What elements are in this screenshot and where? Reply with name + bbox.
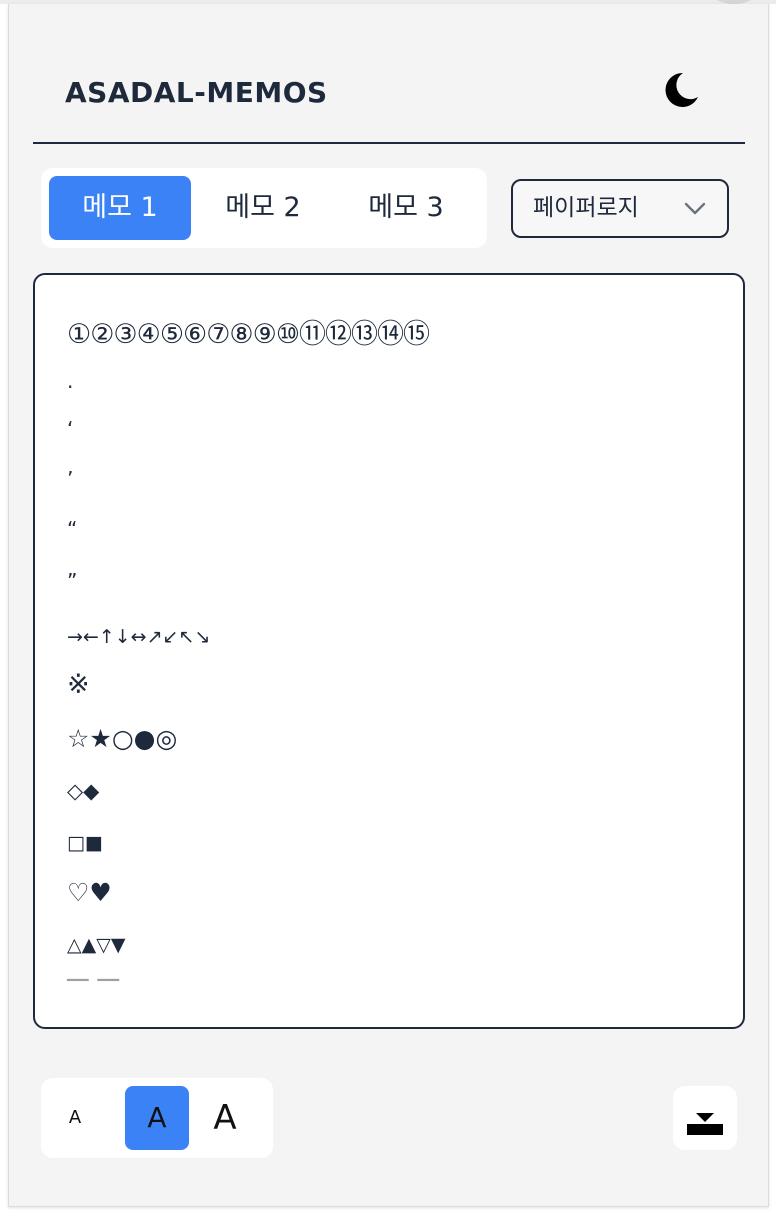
memo-textarea[interactable]: ①②③④⑤⑥⑦⑧⑨⑩⑪⑫⑬⑭⑮ . ‘ ’ “ ” →←↑↓↔↗↙↖↘ ※ ☆★… xyxy=(33,273,745,1029)
paper-select[interactable]: 페이퍼로지 xyxy=(511,179,729,238)
memo-line: □■ xyxy=(67,832,103,854)
tab-memo-2[interactable]: 메모 2 xyxy=(192,176,334,240)
memo-line: ” xyxy=(67,569,78,593)
memo-line: ‘ xyxy=(67,417,74,441)
memo-line: ♡♥ xyxy=(67,878,112,907)
chevron-down-icon xyxy=(684,202,706,215)
moon-icon xyxy=(665,72,698,107)
memo-line: △▲▽▼ xyxy=(67,934,126,956)
memo-line: ①②③④⑤⑥⑦⑧⑨⑩⑪⑫⑬⑭⑮ xyxy=(67,319,430,350)
memo-line: . xyxy=(67,369,74,393)
memo-content: ①②③④⑤⑥⑦⑧⑨⑩⑪⑫⑬⑭⑮ . ‘ ’ “ ” →←↑↓↔↗↙↖↘ ※ ☆★… xyxy=(67,315,723,1003)
download-button[interactable] xyxy=(673,1086,737,1150)
memo-line: →←↑↓↔↗↙↖↘ xyxy=(67,626,211,648)
font-size-selector: A A A xyxy=(41,1078,273,1158)
memo-line-partial: ▔▔ ▔▔ xyxy=(67,980,119,996)
paper-select-value: 페이퍼로지 xyxy=(533,195,639,221)
font-size-large-button[interactable]: A xyxy=(193,1086,257,1150)
memo-line: ☆★○●◎ xyxy=(67,724,178,753)
memo-line: ◇◆ xyxy=(67,779,100,803)
header: ASADAL-MEMOS xyxy=(33,44,745,144)
memo-line: “ xyxy=(67,517,78,541)
app-logo: ASADAL-MEMOS xyxy=(65,76,328,109)
extension-popup: ASADAL-MEMOS 메모 1 메모 2 메모 3 페이퍼로지 ①②③④⑤⑥… xyxy=(8,4,769,1207)
memo-tabs: 메모 1 메모 2 메모 3 xyxy=(41,168,487,248)
memo-line: ’ xyxy=(67,467,74,491)
font-size-medium-button[interactable]: A xyxy=(125,1086,189,1150)
tab-memo-1[interactable]: 메모 1 xyxy=(49,176,191,240)
download-icon xyxy=(687,1113,723,1135)
font-size-small-button[interactable]: A xyxy=(43,1086,107,1150)
tab-memo-3[interactable]: 메모 3 xyxy=(335,176,477,240)
memo-line: ※ xyxy=(67,669,90,700)
theme-toggle-button[interactable] xyxy=(659,68,703,112)
